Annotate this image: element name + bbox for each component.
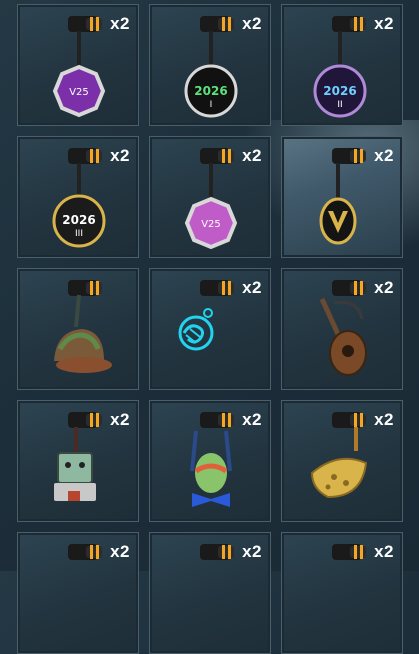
charm-numeral-label: III xyxy=(75,229,83,239)
charm-year-label: 2026 xyxy=(323,84,356,98)
charm-icon xyxy=(54,427,96,501)
inventory-grid: x2 V25 x2 2026 I x2 2026 II x2 2026 III … xyxy=(0,0,419,654)
charm-icon: V25 xyxy=(184,163,238,250)
svg-text:V25: V25 xyxy=(69,87,89,98)
ammo-cap-icon xyxy=(200,544,234,560)
item-quantity: x2 xyxy=(242,542,262,561)
inventory-item-card[interactable]: x2 V25 xyxy=(149,136,271,258)
charm-icon: 2026 III xyxy=(52,163,106,248)
inventory-item-card[interactable]: x2 xyxy=(149,400,271,522)
charm-icon xyxy=(319,163,357,245)
inventory-item-card[interactable]: x2 xyxy=(17,532,139,654)
charm-icon xyxy=(178,308,214,351)
svg-text:V25: V25 xyxy=(201,219,221,230)
inventory-item-card[interactable]: x2 2026 II xyxy=(281,4,403,126)
inventory-item-card[interactable]: x2 V25 xyxy=(17,4,139,126)
inventory-item-card[interactable]: x2 xyxy=(149,532,271,654)
inventory-item-card[interactable]: x2 xyxy=(281,400,403,522)
charm-icon xyxy=(310,427,368,499)
charm-icon xyxy=(190,430,232,507)
inventory-item-card[interactable]: x2 2026 I xyxy=(149,4,271,126)
ammo-cap-icon xyxy=(332,544,366,560)
ammo-cap-icon xyxy=(68,544,102,560)
item-quantity: x2 xyxy=(110,542,130,561)
inventory-item-card[interactable]: x2 xyxy=(17,400,139,522)
inventory-item-card[interactable] xyxy=(17,268,139,390)
item-quantity: x2 xyxy=(374,542,394,561)
charm-icon: V25 xyxy=(52,31,106,118)
inventory-item-card[interactable]: x2 xyxy=(149,268,271,390)
inventory-item-card[interactable]: x2 2026 III xyxy=(17,136,139,258)
charm-icon xyxy=(54,294,112,373)
charm-numeral-label: I xyxy=(210,100,213,110)
inventory-item-card[interactable]: x2 xyxy=(281,136,403,258)
charm-year-label: 2026 xyxy=(194,84,227,98)
charm-icon: 2026 I xyxy=(184,31,238,118)
inventory-item-card[interactable]: x2 xyxy=(281,532,403,654)
charm-icon: 2026 II xyxy=(313,31,367,118)
inventory-item-card[interactable]: x2 xyxy=(281,268,403,390)
charm-numeral-label: II xyxy=(337,100,342,110)
charm-icon xyxy=(319,297,367,376)
charm-year-label: 2026 xyxy=(62,213,95,227)
